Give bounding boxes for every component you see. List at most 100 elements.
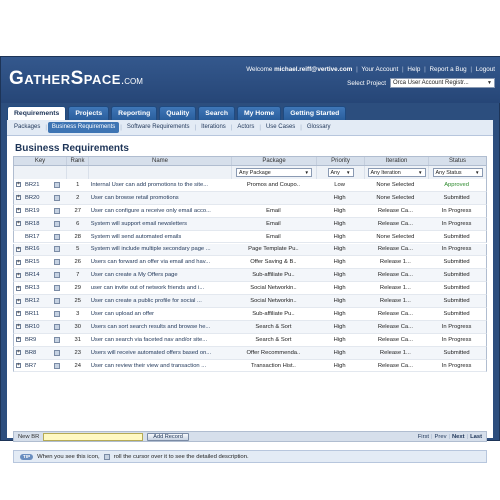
header-rank[interactable]: Rank: [67, 157, 89, 165]
project-select[interactable]: Orca User Account Registr... ▼: [390, 78, 495, 88]
tab-search[interactable]: Search: [198, 106, 235, 120]
subtab-use-cases[interactable]: Use Cases: [262, 122, 299, 133]
table-row[interactable]: + BR9 31 User can search via faceted nav an…: [13, 333, 487, 347]
new-br-input[interactable]: [43, 432, 144, 441]
table-row[interactable]: + BR14 7 User can create a My Offers page Su…: [13, 269, 487, 283]
row-key[interactable]: BR13: [23, 282, 47, 294]
description-icon[interactable]: [53, 272, 60, 279]
description-icon[interactable]: [53, 336, 60, 343]
description-icon[interactable]: [53, 298, 60, 305]
row-name[interactable]: System will include multiple secondary p…: [89, 243, 231, 255]
pager-next[interactable]: Next: [452, 434, 465, 440]
tab-requirements[interactable]: Requirements: [7, 106, 67, 120]
tab-my-home[interactable]: My Home: [236, 106, 282, 120]
table-row[interactable]: + BR18 6 System will support email newslett…: [13, 217, 487, 231]
table-row[interactable]: + BR11 3 User can upload an offer Sub-affili…: [13, 308, 487, 321]
description-icon[interactable]: [53, 207, 60, 214]
table-row[interactable]: + BR16 5 System will include multiple secon…: [13, 243, 487, 257]
expand-icon[interactable]: +: [16, 272, 21, 278]
expand-icon[interactable]: +: [16, 182, 21, 188]
row-key[interactable]: BR10: [23, 321, 47, 333]
description-icon[interactable]: [53, 259, 60, 266]
table-row[interactable]: + BR8 23 Users will receive automated offer…: [13, 346, 487, 360]
pager-prev[interactable]: Prev: [435, 434, 447, 440]
row-name[interactable]: User can configure a receive only email …: [89, 205, 231, 217]
row-key[interactable]: BR14: [23, 269, 47, 281]
tab-reporting[interactable]: Reporting: [111, 106, 158, 120]
expand-icon[interactable]: +: [16, 311, 21, 317]
expand-icon[interactable]: +: [16, 363, 21, 369]
row-key[interactable]: BR11: [23, 308, 47, 320]
header-package[interactable]: Package: [232, 157, 317, 165]
description-icon[interactable]: [53, 362, 60, 369]
row-key[interactable]: BR8: [23, 347, 47, 359]
subtab-iterations[interactable]: Iterations: [197, 122, 230, 133]
expand-icon[interactable]: +: [16, 246, 21, 252]
expand-icon[interactable]: +: [16, 285, 21, 291]
table-row[interactable]: + BR12 25 User can create a public profile …: [13, 295, 487, 308]
expand-icon[interactable]: +: [16, 208, 21, 214]
expand-icon[interactable]: +: [16, 337, 21, 343]
report-bug-link[interactable]: Report a Bug: [429, 66, 466, 73]
row-name[interactable]: User can create a public profile for soc…: [89, 295, 231, 307]
row-name[interactable]: Users can sort search results and browse…: [89, 321, 231, 333]
description-icon[interactable]: [53, 246, 60, 253]
help-link[interactable]: Help: [407, 66, 420, 73]
table-row[interactable]: + BR13 29 user can invite out of network fr…: [13, 282, 487, 296]
table-row[interactable]: + BR19 27 User can configure a receive only…: [13, 204, 487, 218]
iteration-filter[interactable]: Any Iteration ▼: [367, 168, 426, 177]
description-icon[interactable]: [53, 285, 60, 292]
table-row[interactable]: + BR15 26 Users can forward an offer via em…: [13, 256, 487, 270]
subtab-software-requirements[interactable]: Software Requirements: [123, 122, 194, 133]
logout-link[interactable]: Logout: [476, 66, 495, 73]
expand-icon[interactable]: +: [16, 324, 21, 330]
row-key[interactable]: BR16: [23, 243, 47, 255]
package-filter[interactable]: Any Package ▼: [236, 168, 312, 177]
subtab-packages[interactable]: Packages: [10, 122, 44, 133]
row-name[interactable]: User can search via faceted nav and/or s…: [89, 334, 231, 346]
row-name[interactable]: Internal User can add promotions to the …: [89, 179, 231, 191]
header-iteration[interactable]: Iteration: [365, 157, 429, 165]
row-name[interactable]: Users can forward an offer via email and…: [89, 256, 231, 268]
row-key[interactable]: BR21: [23, 179, 47, 191]
description-icon[interactable]: [53, 194, 60, 201]
table-row[interactable]: BR17 28 System will send automated emails E…: [13, 230, 487, 244]
table-row[interactable]: + BR21 1 Internal User can add promotions t…: [13, 179, 487, 192]
row-key[interactable]: BR9: [23, 334, 47, 346]
table-row[interactable]: + BR7 24 User can review their view and tra…: [13, 359, 487, 373]
table-row[interactable]: + BR20 2 User can browse retail promotions H…: [13, 191, 487, 205]
add-record-button[interactable]: Add Record: [147, 432, 189, 441]
description-icon[interactable]: [53, 181, 60, 188]
row-key[interactable]: BR7: [23, 360, 47, 372]
expand-icon[interactable]: +: [16, 298, 21, 304]
row-name[interactable]: user can invite out of network friends a…: [89, 282, 231, 294]
description-icon[interactable]: [53, 349, 60, 356]
expand-icon[interactable]: +: [16, 259, 21, 265]
table-row[interactable]: + BR10 30 Users can sort search results and…: [13, 320, 487, 334]
subtab-glossary[interactable]: Glossary: [303, 122, 335, 133]
row-name[interactable]: User can browse retail promotions: [89, 192, 231, 204]
row-key[interactable]: BR17: [23, 231, 47, 243]
description-icon[interactable]: [53, 310, 60, 317]
subtab-business-requirements[interactable]: Business Requirements: [47, 122, 120, 133]
description-icon[interactable]: [53, 323, 60, 330]
tab-getting-started[interactable]: Getting Started: [283, 106, 347, 120]
description-icon[interactable]: [53, 233, 60, 240]
row-name[interactable]: User can upload an offer: [89, 308, 231, 320]
row-key[interactable]: BR15: [23, 256, 47, 268]
row-key[interactable]: BR12: [23, 295, 47, 307]
row-key[interactable]: BR18: [23, 218, 47, 230]
expand-icon[interactable]: +: [16, 350, 21, 356]
expand-icon[interactable]: +: [16, 195, 21, 201]
header-status[interactable]: Status: [429, 157, 486, 165]
tab-quality[interactable]: Quality: [159, 106, 197, 120]
header-priority[interactable]: Priority: [317, 157, 365, 165]
pager-last[interactable]: Last: [470, 434, 482, 440]
row-name[interactable]: Users will receive automated offers base…: [89, 347, 231, 359]
your-account-link[interactable]: Your Account: [361, 66, 398, 73]
row-name[interactable]: System will support email newsletters: [89, 218, 231, 230]
header-name[interactable]: Name: [89, 157, 232, 165]
row-name[interactable]: System will send automated emails: [89, 231, 231, 243]
priority-filter[interactable]: Any ▼: [327, 168, 354, 177]
subtab-actors[interactable]: Actors: [233, 122, 258, 133]
